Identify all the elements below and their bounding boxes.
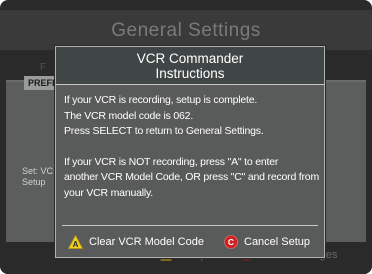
background-subtitle: F <box>40 62 47 73</box>
dialog-header: VCR Commander Instructions <box>56 47 324 85</box>
body-line-5: another VCR Model Code, OR press "C" and… <box>64 171 319 183</box>
cancel-setup-label: Cancel Setup <box>244 236 311 248</box>
clear-vcr-model-code-button[interactable]: A Clear VCR Model Code <box>68 235 204 249</box>
triangle-a-icon: A <box>68 235 83 249</box>
dialog-footer: A Clear VCR Model Code C Cancel Setup <box>56 231 324 255</box>
body-line-6: your VCR manually. <box>64 186 153 199</box>
dialog-title-line2: Instructions <box>155 66 225 81</box>
body-line-4: If your VCR is NOT recording, press "A" … <box>64 155 279 168</box>
background-title: General Settings <box>111 20 261 41</box>
clear-vcr-model-code-label: Clear VCR Model Code <box>89 236 204 248</box>
cancel-setup-button[interactable]: C Cancel Setup <box>224 235 310 249</box>
svg-text:C: C <box>228 237 234 247</box>
dialog-title-line1: VCR Commander <box>136 51 244 66</box>
body-line-3: Press SELECT to return to General Settin… <box>64 125 264 137</box>
body-line-2: The VCR model code is 062. <box>64 109 194 122</box>
vcr-commander-dialog: VCR Commander Instructions If your VCR i… <box>55 46 325 258</box>
tv-screen: General Settings F PREFE Set: VC Setup A… <box>0 0 372 274</box>
svg-text:A: A <box>73 240 79 249</box>
dialog-body: If your VCR is recording, setup is compl… <box>56 85 324 201</box>
body-line-1: If your VCR is recording, setup is compl… <box>64 94 258 106</box>
circle-c-icon: C <box>224 235 238 249</box>
dialog-divider <box>62 225 318 226</box>
